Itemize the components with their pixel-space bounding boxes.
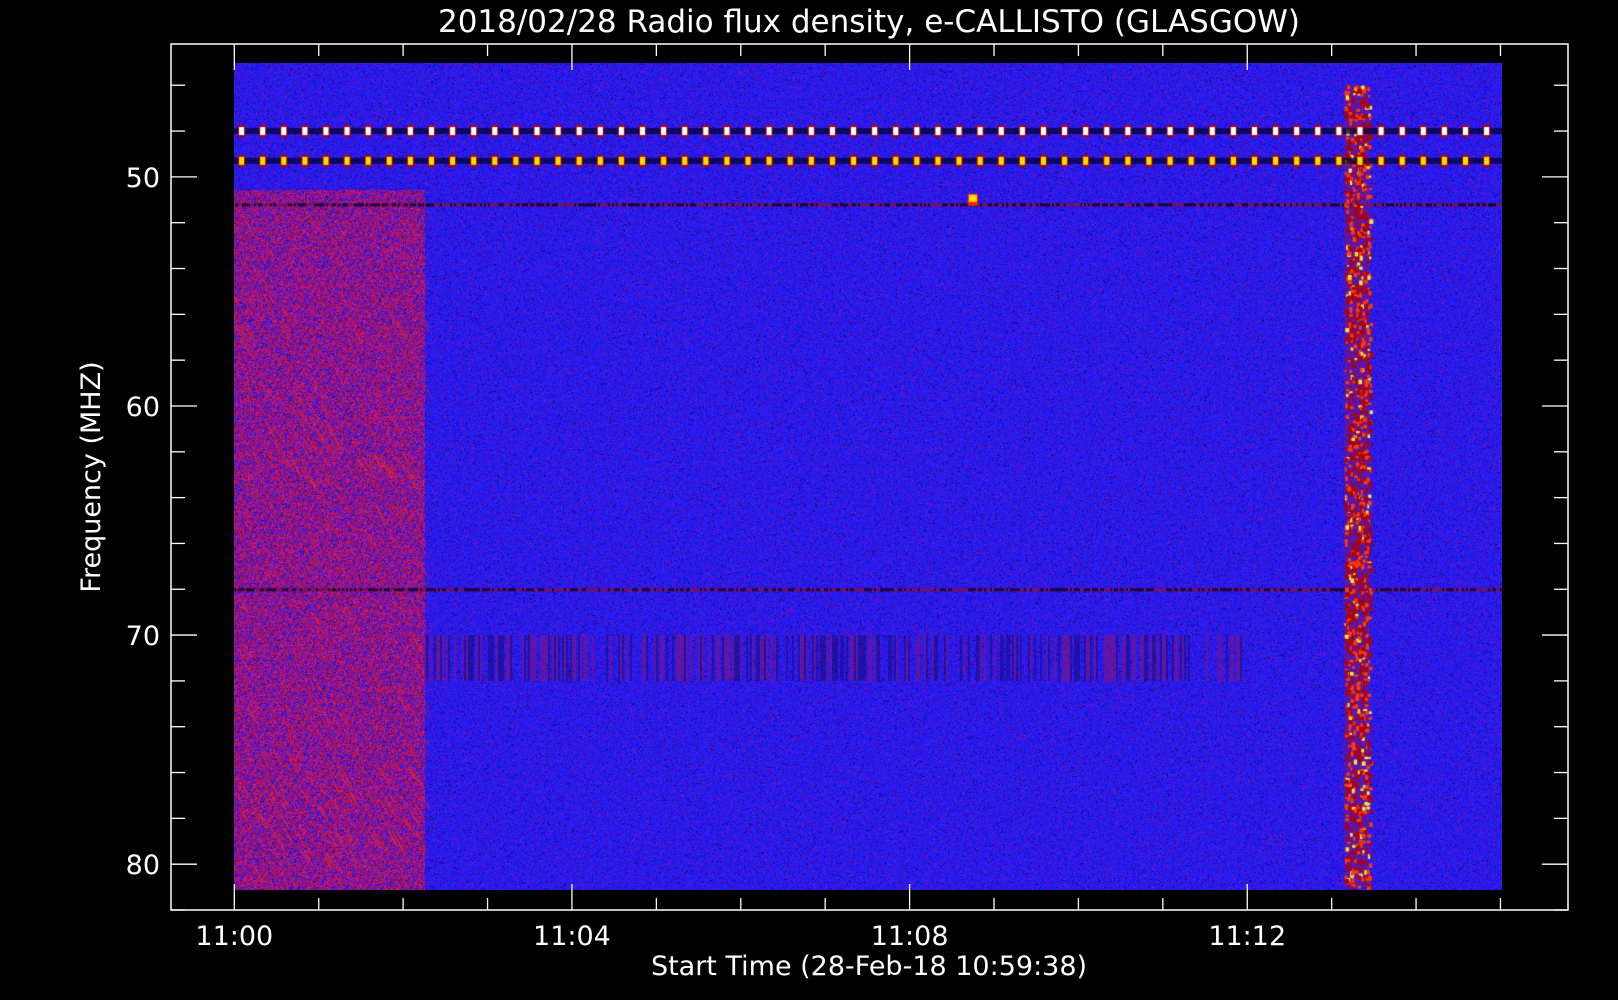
y-tick-label: 70 xyxy=(126,621,160,652)
x-axis-label: Start Time (28-Feb-18 10:59:38) xyxy=(651,951,1087,982)
y-axis-label: Frequency (MHZ) xyxy=(76,361,107,592)
y-tick-label: 60 xyxy=(126,392,160,423)
x-tick-label: 11:12 xyxy=(1208,921,1286,952)
x-tick-label: 11:00 xyxy=(195,921,273,952)
spectrogram-image xyxy=(234,63,1502,890)
spectrogram-chart: 11:00 11:04 11:08 11:12 50 60 70 80 2018/02/28… xyxy=(0,0,1618,1000)
chart-title: 2018/02/28 Radio flux density, e-CALLIST… xyxy=(438,4,1300,40)
y-tick-label: 80 xyxy=(126,850,160,881)
x-tick-label: 11:08 xyxy=(871,921,949,952)
x-tick-label: 11:04 xyxy=(533,921,611,952)
y-tick-label: 50 xyxy=(126,163,160,194)
